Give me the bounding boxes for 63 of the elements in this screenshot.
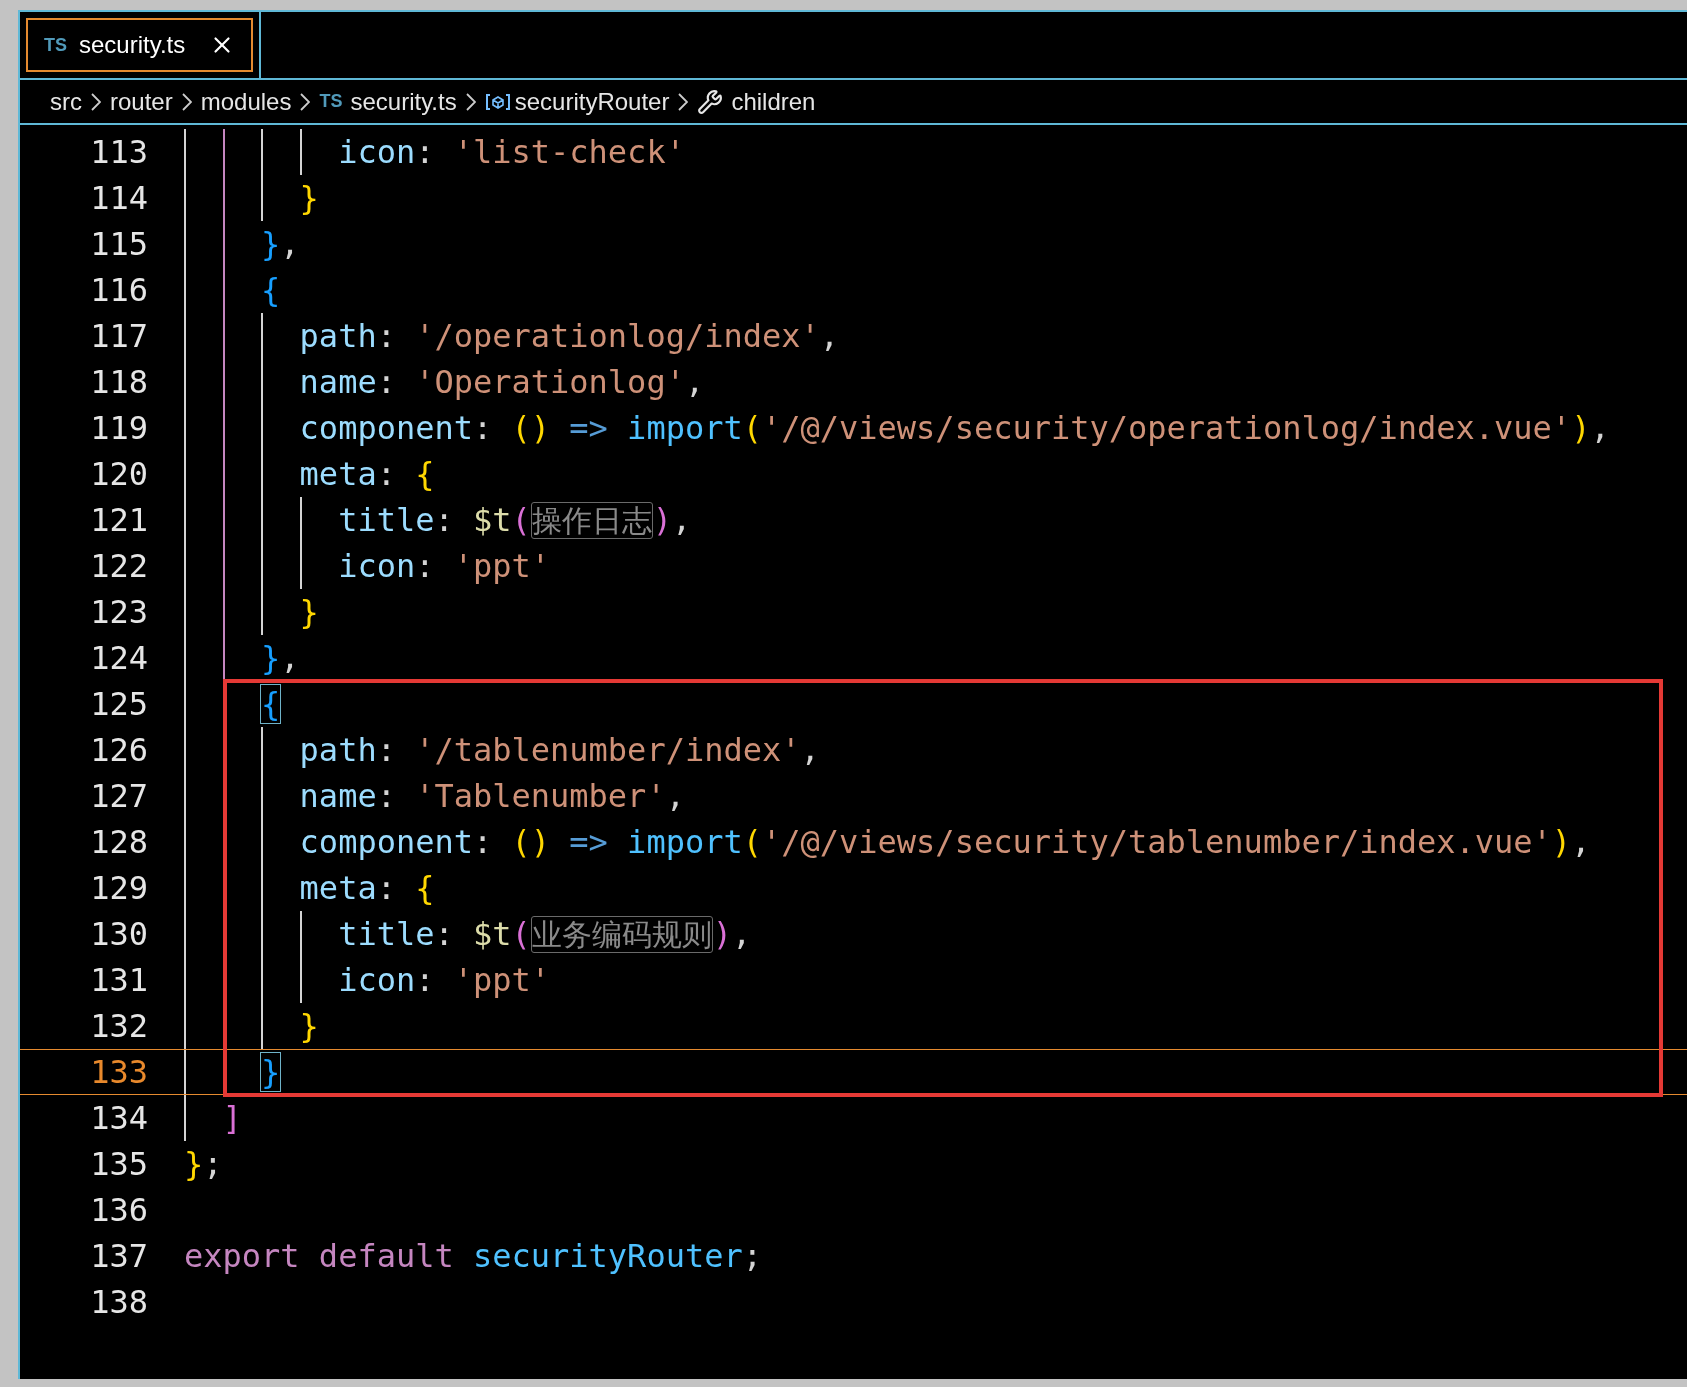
- code-line: name: 'Tablenumber',: [298, 776, 685, 817]
- code-line: meta: {: [298, 454, 435, 495]
- line-number: 135: [89, 1144, 148, 1185]
- code-line: ]: [221, 1098, 242, 1139]
- line-number: 126: [89, 730, 148, 771]
- code-line: icon: 'ppt': [337, 546, 551, 587]
- breadcrumb-item[interactable]: securityRouter: [514, 83, 670, 120]
- file-type-label: TS: [44, 33, 67, 57]
- breadcrumb-item[interactable]: src: [50, 83, 82, 120]
- breadcrumb-item[interactable]: children: [731, 83, 816, 120]
- line-number: 117: [89, 316, 148, 357]
- line-number: 130: [89, 914, 148, 955]
- line-number: 116: [89, 270, 148, 311]
- code-line: icon: 'ppt': [337, 960, 551, 1001]
- code-line: component: () => import('/@/views/security/operationlog/index.vue'),: [298, 408, 1610, 449]
- breadcrumb-item[interactable]: modules: [200, 83, 292, 120]
- line-number: 127: [89, 776, 148, 817]
- line-number: 134: [89, 1098, 148, 1139]
- line-number: 121: [89, 500, 148, 541]
- code-line: }: [298, 178, 319, 219]
- line-number: 114: [89, 178, 148, 219]
- code-line: meta: {: [298, 868, 435, 909]
- line-number: 115: [89, 224, 148, 265]
- code-line: },: [260, 224, 300, 265]
- chevron-icon: [678, 92, 689, 111]
- code-line: icon: 'list-check': [337, 132, 685, 173]
- line-number: 118: [89, 362, 148, 403]
- line-number: 137: [89, 1236, 148, 1277]
- chevron-icon: [465, 92, 476, 111]
- code-line: component: () => import('/@/views/security/tablenumber/index.vue'),: [298, 822, 1591, 863]
- line-number: 123: [89, 592, 148, 633]
- chevron-icon: [91, 92, 101, 111]
- code-line: },: [260, 638, 300, 679]
- line-number: 119: [89, 408, 148, 449]
- editor-tab[interactable]: TS security.ts: [26, 18, 254, 72]
- code-line: };: [184, 1144, 223, 1185]
- breadcrumb-item[interactable]: TS security.ts: [319, 83, 457, 120]
- line-number: 129: [89, 868, 148, 909]
- code-line: path: '/operationlog/index',: [298, 316, 840, 357]
- line-number: 124: [89, 638, 148, 679]
- chevron-icon: [181, 92, 192, 111]
- code-line: }: [298, 1006, 319, 1047]
- line-number: 131: [89, 960, 148, 1001]
- breadcrumb-item[interactable]: router: [110, 83, 173, 120]
- line-number: 122: [89, 546, 148, 587]
- code-line: name: 'Operationlog',: [298, 362, 705, 403]
- code-line: }: [298, 592, 319, 633]
- line-number: 136: [89, 1190, 148, 1231]
- wrench-icon: [697, 88, 724, 115]
- line-number: 133: [89, 1052, 148, 1093]
- code-line: title: $t(业务编码规则),: [337, 914, 752, 955]
- line-number: 125: [89, 684, 148, 725]
- line-number: 138: [89, 1282, 148, 1323]
- code-line: title: $t(操作日志),: [337, 500, 692, 541]
- line-number: 113: [89, 132, 148, 173]
- variable-icon: [484, 91, 511, 112]
- line-number: 132: [89, 1006, 148, 1047]
- chevron-icon: [300, 92, 311, 111]
- code-line: export default securityRouter;: [184, 1236, 762, 1277]
- line-number: 120: [89, 454, 148, 495]
- code-line: {: [260, 270, 281, 311]
- code-line: path: '/tablenumber/index',: [298, 730, 820, 771]
- line-number: 128: [89, 822, 148, 863]
